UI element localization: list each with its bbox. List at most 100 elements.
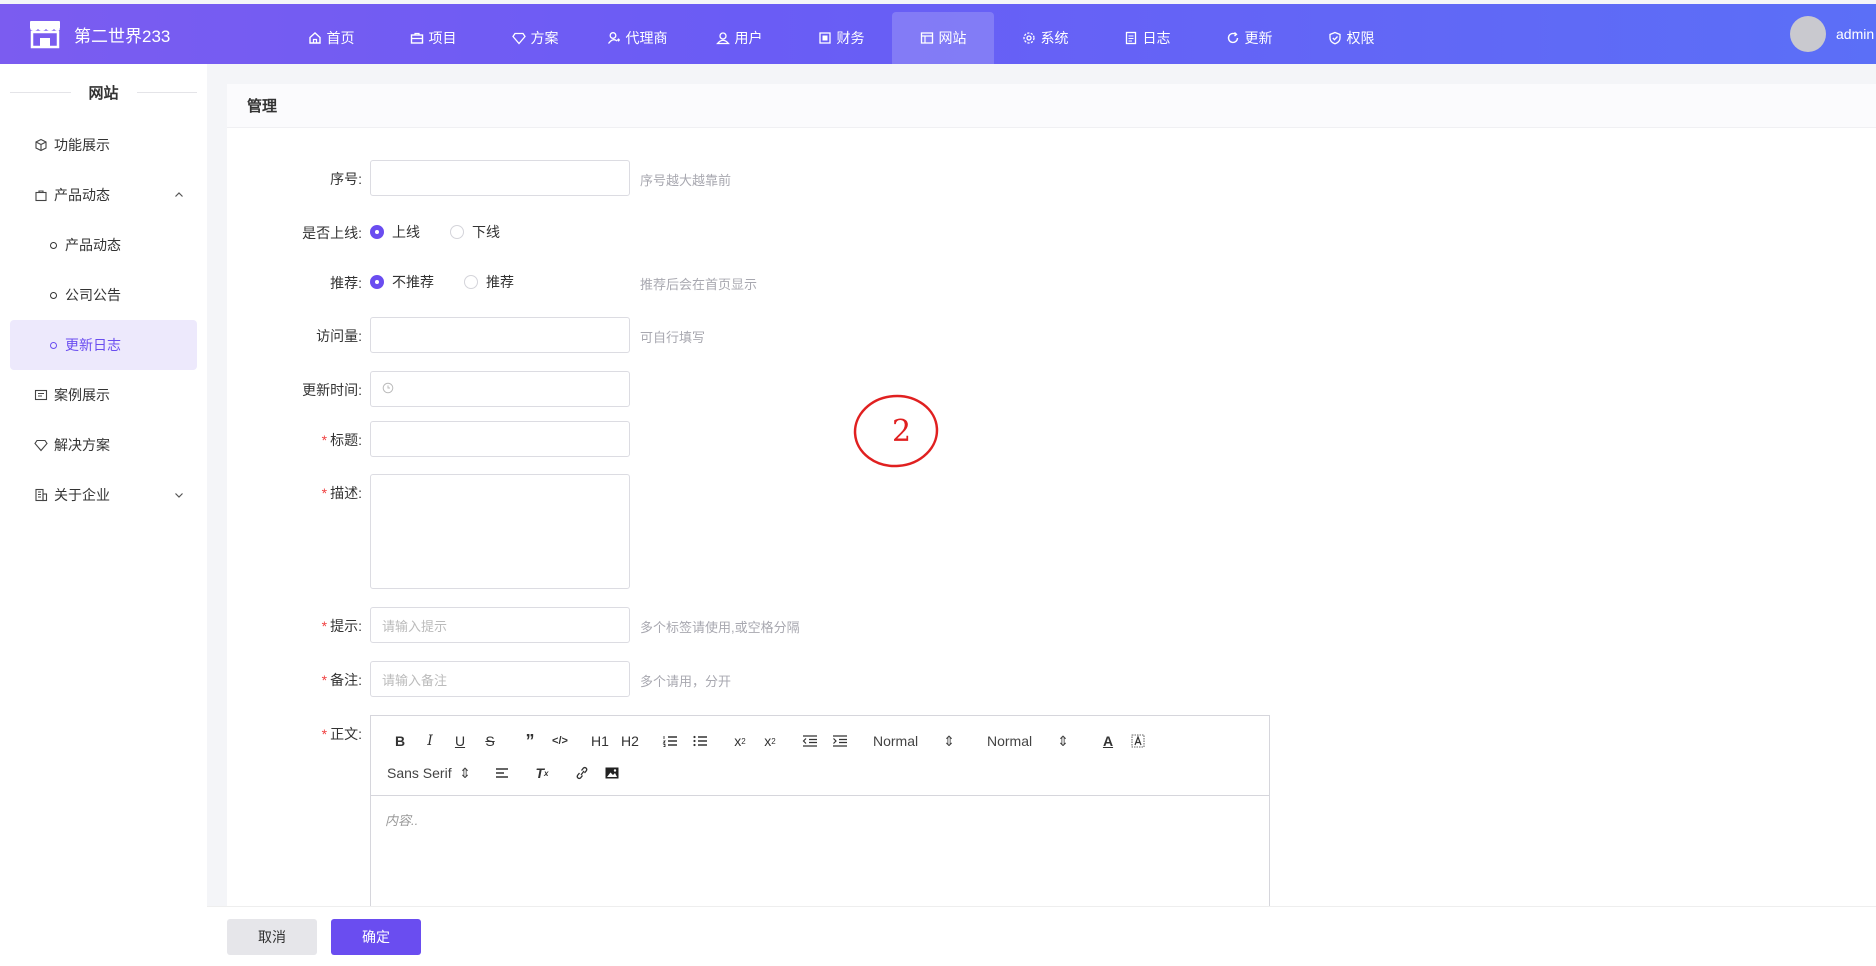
editor-content[interactable]: 内容..	[371, 796, 1269, 906]
nav-permissions[interactable]: 权限	[1300, 12, 1402, 64]
indent-icon[interactable]	[825, 729, 855, 753]
agent-icon	[607, 31, 621, 45]
clear-format-icon[interactable]: Tx	[527, 761, 557, 785]
blockquote-icon[interactable]: ”	[515, 729, 545, 753]
text-color-icon[interactable]: A	[1093, 729, 1123, 753]
underline-icon[interactable]: U	[445, 729, 475, 753]
sidebar-subitem-announcements[interactable]: 公司公告	[0, 270, 207, 320]
confirm-button[interactable]: 确定	[331, 918, 421, 955]
header-select[interactable]: Normal ⇕	[865, 729, 965, 753]
form-row-title: * 标题:	[227, 421, 630, 457]
main-panel: 管理 序号: 序号越大越靠前 是否上线: 上线 下线 推荐: 不推荐 推荐 推荐…	[227, 84, 1876, 907]
main-nav: 首页 项目 方案 代理商 用户 财务 网站 系统 日志 更新 权限	[280, 4, 1402, 64]
home-icon	[308, 31, 322, 45]
title-label: * 标题:	[321, 432, 362, 448]
size-select[interactable]: Normal ⇕	[979, 729, 1079, 753]
brand[interactable]: 第二世界233	[0, 4, 270, 64]
cancel-button[interactable]: 取消	[227, 918, 317, 955]
building-icon	[34, 488, 48, 502]
strikethrough-icon[interactable]: S	[475, 729, 505, 753]
views-input[interactable]	[370, 317, 630, 353]
radio-unchecked-icon	[464, 275, 478, 289]
store-logo-icon	[28, 19, 62, 49]
title-input[interactable]	[370, 421, 630, 457]
nav-finance[interactable]: 财务	[790, 12, 892, 64]
form-row-views: 访问量: 可自行填写	[227, 317, 705, 353]
radio-checked-icon	[370, 225, 384, 239]
tips-label: * 提示:	[321, 618, 362, 634]
annotation-number: 2	[892, 414, 911, 449]
sidebar-subitem-product-news[interactable]: 产品动态	[0, 220, 207, 270]
image-icon[interactable]	[597, 761, 627, 785]
description-textarea[interactable]	[370, 474, 630, 589]
sidebar-title: 网站	[88, 84, 119, 102]
sidebar-item-about[interactable]: 关于企业	[0, 470, 207, 520]
form-row-body: * 正文: B I U S ” </> H1 H2 x 2 x 2 Normal…	[227, 715, 1270, 907]
sidebar-subitem-changelog[interactable]: 更新日志	[10, 320, 197, 370]
form-row-remark: * 备注: 请输入备注 多个请用，分开	[227, 661, 731, 697]
link-icon[interactable]	[567, 761, 597, 785]
form-footer: 取消 确定	[207, 906, 1876, 966]
header-2-icon[interactable]: H2	[615, 729, 645, 753]
top-nav-bar: 第二世界233 首页 项目 方案 代理商 用户 财务 网站 系统 日志 更新 权…	[0, 4, 1876, 64]
users-icon	[715, 31, 730, 45]
order-input[interactable]	[370, 160, 630, 196]
update-time-picker[interactable]	[370, 371, 630, 407]
avatar[interactable]	[1790, 16, 1826, 52]
chevron-up-icon	[173, 188, 185, 204]
bullet-icon	[50, 341, 57, 349]
select-arrows-icon: ⇕	[943, 732, 955, 749]
sidebar: 网站 功能展示 产品动态 产品动态 公司公告 更新日志 案例展示 解决方案 关于…	[0, 64, 207, 966]
bold-icon[interactable]: B	[385, 729, 415, 753]
nav-projects[interactable]: 项目	[382, 12, 484, 64]
code-block-icon[interactable]: </>	[545, 729, 575, 753]
remark-input[interactable]: 请输入备注	[370, 661, 630, 697]
font-select[interactable]: Sans Serif ⇕	[385, 761, 481, 785]
subscript-icon[interactable]: x2	[725, 729, 755, 753]
form-row-online: 是否上线: 上线 下线	[227, 214, 530, 250]
radio-recommend[interactable]: 推荐	[464, 272, 514, 292]
italic-icon[interactable]: I	[415, 729, 445, 753]
nav-website[interactable]: 网站	[892, 12, 994, 64]
nav-system[interactable]: 系统	[994, 12, 1096, 64]
bullet-icon	[50, 291, 57, 299]
description-label: * 描述:	[321, 485, 362, 501]
background-color-icon[interactable]	[1123, 729, 1153, 753]
update-time-label: 更新时间:	[302, 382, 362, 398]
recommend-label: 推荐:	[330, 275, 362, 291]
ordered-list-icon[interactable]	[655, 729, 685, 753]
bullet-icon	[50, 241, 57, 249]
nav-home[interactable]: 首页	[280, 12, 382, 64]
outdent-icon[interactable]	[795, 729, 825, 753]
user-menu[interactable]: admin	[1790, 4, 1876, 64]
finance-icon	[818, 31, 832, 45]
sidebar-item-product-news[interactable]: 产品动态	[0, 170, 207, 220]
sidebar-item-solutions[interactable]: 解决方案	[0, 420, 207, 470]
nav-users[interactable]: 用户	[688, 12, 790, 64]
remark-label: * 备注:	[321, 672, 362, 688]
superscript-icon[interactable]: x2	[755, 729, 785, 753]
align-icon[interactable]	[487, 761, 517, 785]
radio-not-recommend[interactable]: 不推荐	[370, 272, 434, 292]
tips-input[interactable]: 请输入提示	[370, 607, 630, 643]
select-arrows-icon: ⇕	[459, 764, 471, 781]
sidebar-item-cases[interactable]: 案例展示	[0, 370, 207, 420]
cube-icon	[34, 138, 48, 152]
radio-offline[interactable]: 下线	[450, 222, 500, 242]
shield-icon	[1328, 31, 1342, 45]
header-1-icon[interactable]: H1	[585, 729, 615, 753]
nav-agents[interactable]: 代理商	[586, 12, 688, 64]
remark-hint: 多个请用，分开	[640, 674, 732, 689]
online-label: 是否上线:	[302, 225, 362, 241]
nav-updates[interactable]: 更新	[1198, 12, 1300, 64]
nav-solutions[interactable]: 方案	[484, 12, 586, 64]
form-row-order: 序号: 序号越大越靠前	[227, 160, 731, 196]
radio-online[interactable]: 上线	[370, 222, 420, 242]
form-row-update-time: 更新时间:	[227, 371, 630, 407]
rich-text-editor: B I U S ” </> H1 H2 x2 x 2 Normal ⇕ Norm…	[370, 715, 1270, 907]
nav-logs[interactable]: 日志	[1096, 12, 1198, 64]
divider	[10, 91, 71, 93]
website-icon	[920, 31, 934, 45]
bullet-list-icon[interactable]	[685, 729, 715, 753]
sidebar-item-features[interactable]: 功能展示	[0, 120, 207, 170]
